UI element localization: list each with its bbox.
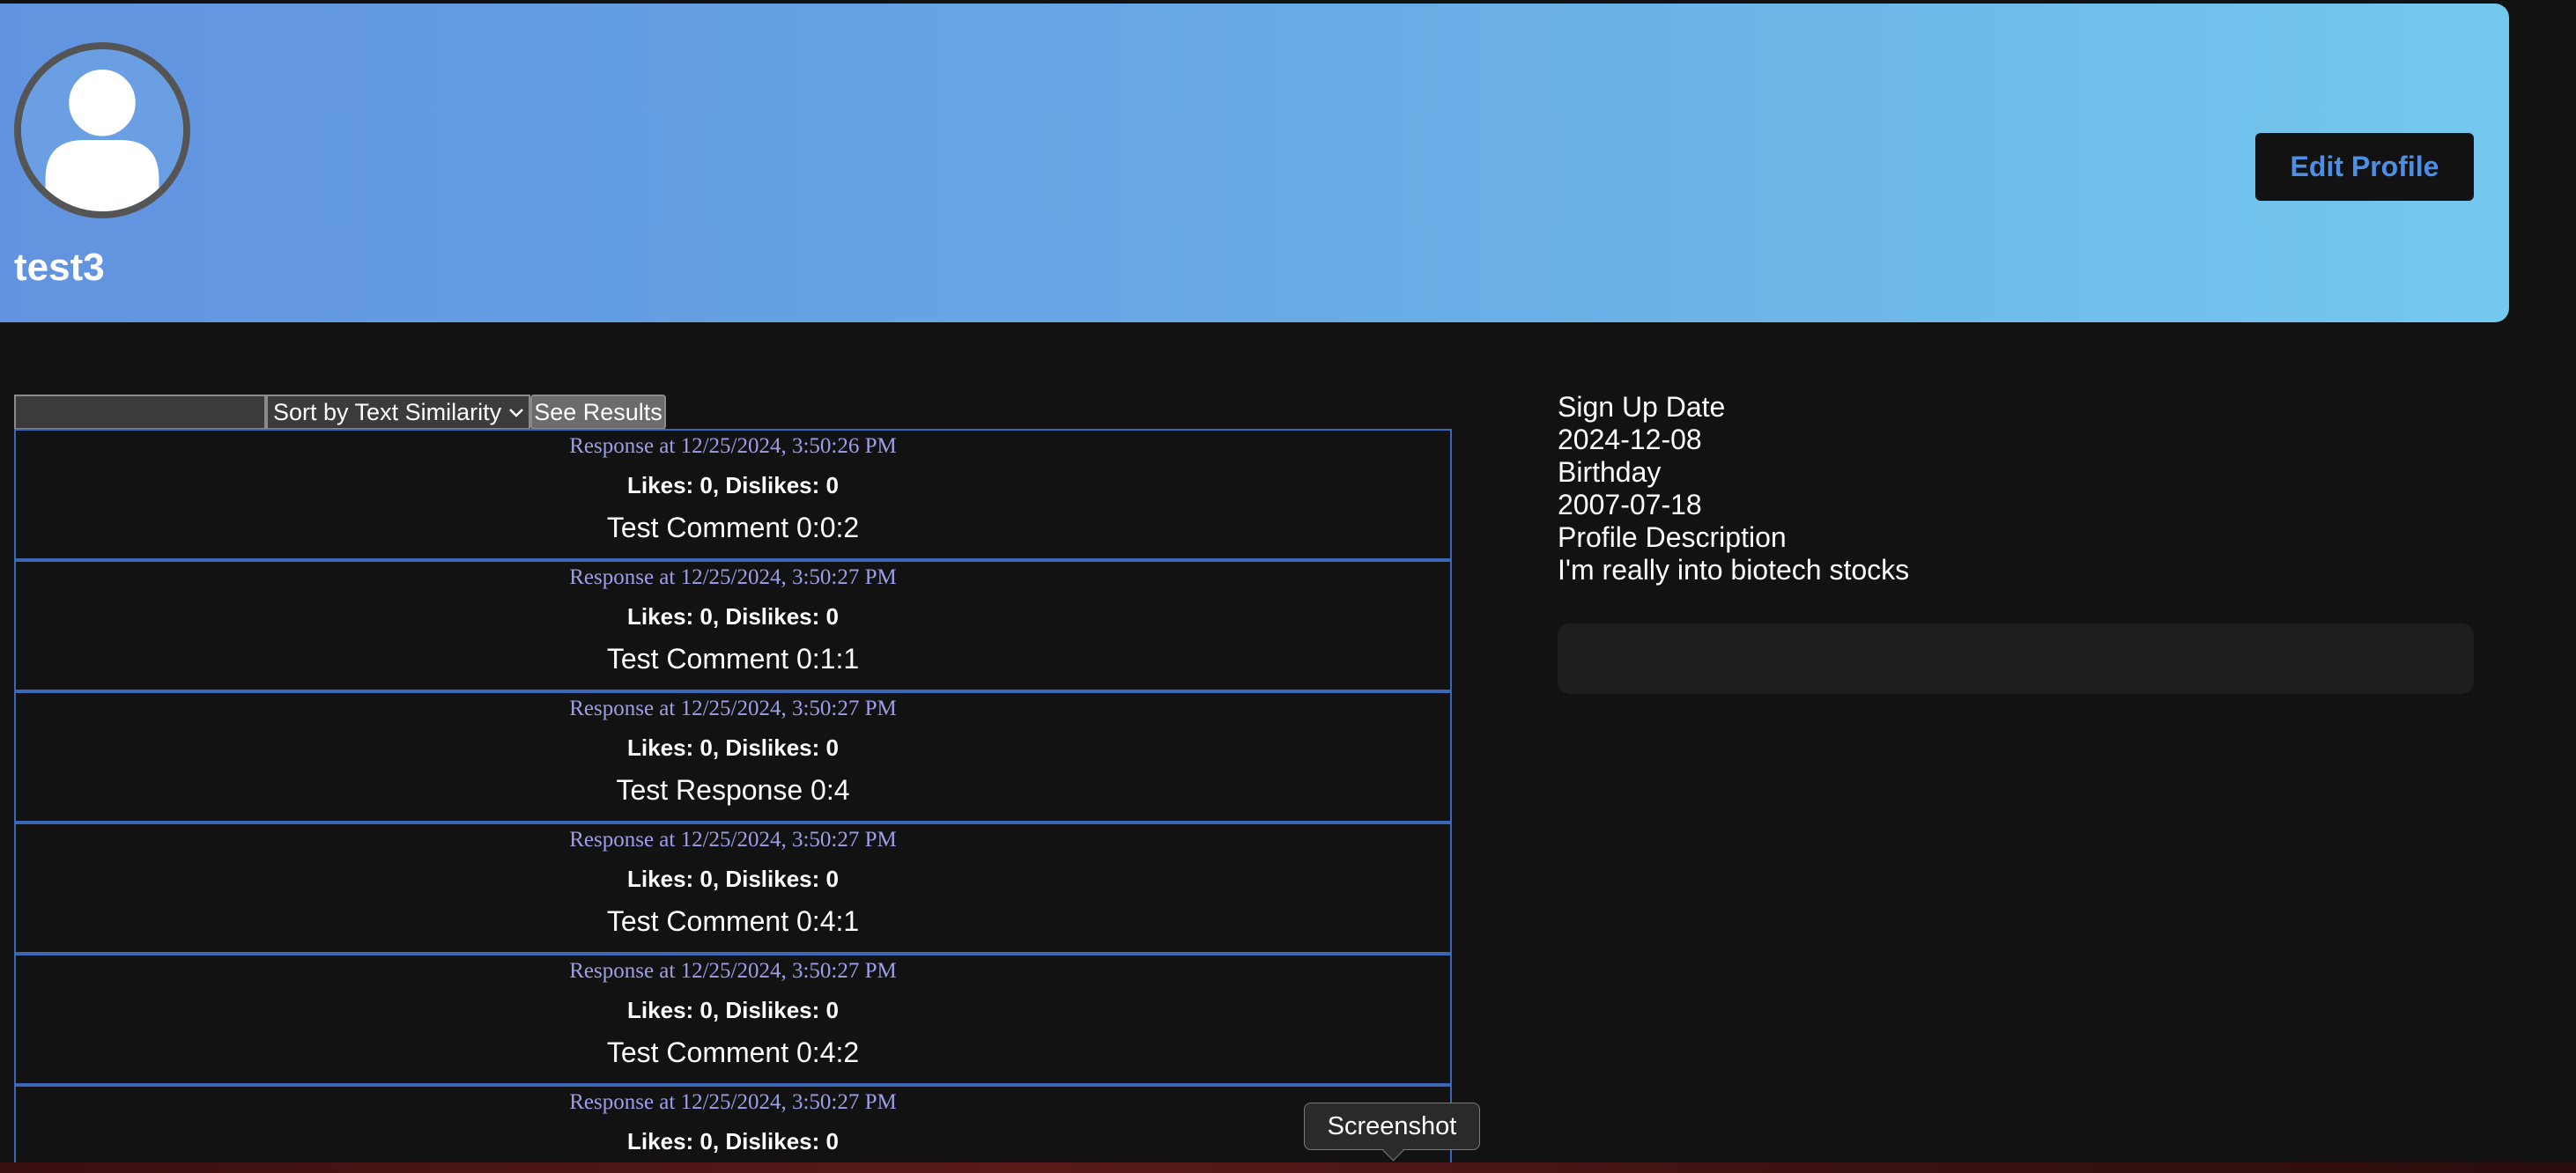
profile-info: Sign Up Date 2024-12-08 Birthday 2007-07… [1558,391,1909,586]
birthday-label: Birthday [1558,456,1662,488]
sort-select-value: Sort by Text Similarity [273,398,502,425]
avatar [14,42,190,218]
response-timestamp: Response at 12/25/2024, 3:50:27 PM [569,697,897,720]
profile-description-value: I'm really into biotech stocks [1558,554,1910,586]
profile-page: test3 Edit Profile Sort by Text Similari… [0,0,2576,1173]
response-text: Test Response 0:4 [616,774,850,806]
response-timestamp: Response at 12/25/2024, 3:50:27 PM [569,828,897,852]
response-likes: Likes: 0, Dislikes: 0 [627,734,839,761]
desktop-background-strip [0,1162,2576,1173]
signup-date-value: 2024-12-08 [1558,424,1702,455]
response-card[interactable]: Response at 12/25/2024, 3:50:27 PM Likes… [14,691,1452,823]
signup-date-label: Sign Up Date [1558,391,1726,423]
sort-select[interactable]: Sort by Text Similarity [266,395,530,430]
birthday-value: 2007-07-18 [1558,489,1702,520]
search-input[interactable] [14,395,266,430]
response-text: Test Comment 0:4:1 [606,905,860,937]
response-likes: Likes: 0, Dislikes: 0 [627,1128,839,1155]
response-card[interactable]: Response at 12/25/2024, 3:50:27 PM Likes… [14,823,1452,954]
response-card[interactable]: Response at 12/25/2024, 3:50:27 PM Likes… [14,1085,1452,1173]
see-results-button[interactable]: See Results [530,395,666,430]
response-timestamp: Response at 12/25/2024, 3:50:26 PM [569,434,897,458]
response-text: Test Comment 0:0:2 [606,512,860,543]
response-likes: Likes: 0, Dislikes: 0 [627,997,839,1023]
response-text: Test Comment 0:4:2 [606,1037,860,1068]
response-text: Test Comment 0:1:1 [606,643,860,675]
response-card[interactable]: Response at 12/25/2024, 3:50:26 PM Likes… [14,429,1452,560]
response-timestamp: Response at 12/25/2024, 3:50:27 PM [569,565,897,589]
response-search-controls: Sort by Text Similarity See Results [14,395,666,430]
response-list: Response at 12/25/2024, 3:50:26 PM Likes… [14,429,1452,1173]
response-likes: Likes: 0, Dislikes: 0 [627,472,839,498]
response-likes: Likes: 0, Dislikes: 0 [627,866,839,892]
profile-banner: test3 Edit Profile [0,4,2509,322]
response-likes: Likes: 0, Dislikes: 0 [627,603,839,630]
user-silhouette-icon [21,49,183,211]
chevron-down-icon [508,401,524,424]
response-timestamp: Response at 12/25/2024, 3:50:27 PM [569,1090,897,1114]
edit-profile-button[interactable]: Edit Profile [2255,133,2474,201]
response-card[interactable]: Response at 12/25/2024, 3:50:27 PM Likes… [14,560,1452,691]
response-timestamp: Response at 12/25/2024, 3:50:27 PM [569,959,897,983]
screenshot-tooltip: Screenshot [1304,1103,1480,1150]
response-card[interactable]: Response at 12/25/2024, 3:50:27 PM Likes… [14,954,1452,1085]
empty-info-panel [1558,623,2474,694]
profile-description-label: Profile Description [1558,521,1787,553]
username: test3 [14,246,105,289]
